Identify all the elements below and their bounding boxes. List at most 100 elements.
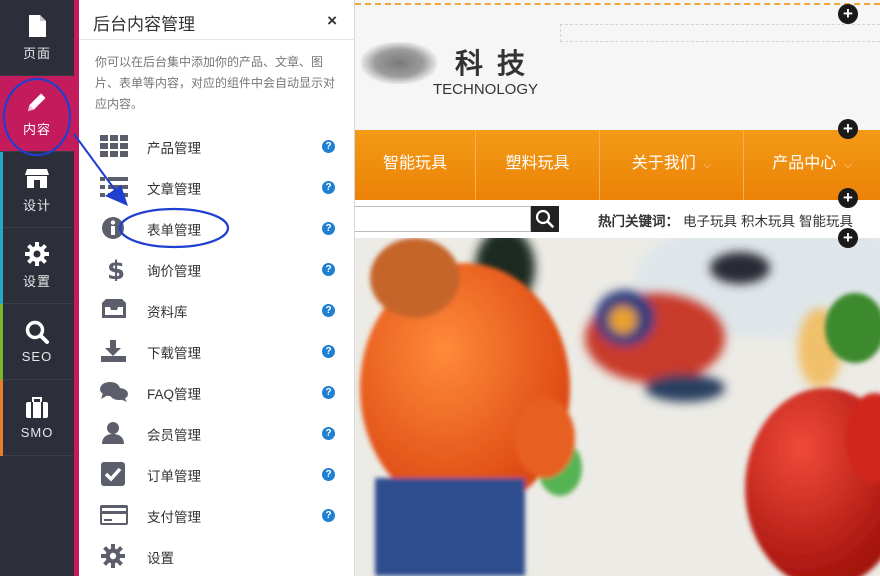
sidebar-item-label: SMO [20, 425, 54, 440]
nav-item-label: 智能玩具 [382, 155, 447, 172]
site-preview: 科技 TECHNOLOGY 智能玩具 塑料玩具 关于我们 ⌵ 产品中心 ⌵ 热门关键… [355, 0, 880, 576]
chat-icon [100, 382, 128, 402]
nav-item-label: 产品中心 [772, 155, 837, 172]
site-brand-subtitle: TECHNOLOGY [433, 81, 539, 98]
help-icon[interactable]: ? [322, 181, 335, 194]
sidebar-item-design[interactable]: 设计 [0, 152, 74, 228]
section-boundary [355, 3, 880, 5]
sidebar-color-strip [0, 380, 3, 456]
gear-icon [25, 242, 49, 266]
menu-item-label: 下载管理 [147, 346, 201, 361]
file-icon [29, 15, 46, 37]
help-icon[interactable]: ? [322, 509, 335, 522]
help-icon[interactable]: ? [322, 263, 335, 276]
menu-item-label: 设置 [147, 551, 174, 566]
user-icon [102, 422, 124, 444]
nav-item-plastic-toys[interactable]: 塑料玩具 [475, 130, 599, 200]
sidebar-item-seo[interactable]: SEO [0, 304, 74, 380]
menu-item-downloads[interactable]: 下载管理 ? [79, 331, 355, 372]
left-sidebar: 页面 内容 设计 设置 SEO SMO [0, 0, 74, 576]
add-section-button[interactable]: + [838, 4, 858, 24]
sidebar-item-page[interactable]: 页面 [0, 0, 74, 76]
hot-keyword-link[interactable]: 积木玩具 [741, 214, 795, 229]
list-icon [100, 177, 128, 197]
hot-keyword-link[interactable]: 智能玩具 [799, 214, 853, 229]
toy-figures-photo [355, 238, 880, 576]
hot-keywords: 热门关键词： 电子玩具 积木玩具 智能玩具 [598, 210, 853, 230]
sidebar-item-label: 内容 [22, 122, 51, 137]
nav-item-about-us[interactable]: 关于我们 ⌵ [599, 130, 743, 200]
dollar-icon: $ [107, 257, 125, 281]
add-section-button[interactable]: + [838, 228, 858, 248]
download-icon [101, 340, 126, 362]
close-button[interactable]: × [327, 11, 337, 31]
gear-icon [101, 544, 125, 568]
menu-item-members[interactable]: 会员管理 ? [79, 413, 355, 454]
checkbox-icon [101, 462, 125, 486]
site-search-input[interactable] [355, 206, 531, 232]
help-icon[interactable]: ? [322, 427, 335, 440]
sidebar-item-smo[interactable]: SMO [0, 380, 74, 456]
chevron-down-icon: ⌵ [844, 160, 852, 171]
menu-item-articles[interactable]: 文章管理 ? [79, 167, 355, 208]
menu-item-label: 表单管理 [147, 223, 201, 238]
sidebar-item-label: 设置 [22, 274, 51, 289]
inbox-icon [102, 299, 126, 318]
sidebar-item-label: 页面 [22, 46, 51, 61]
panel-header: 后台内容管理 × [79, 0, 355, 40]
site-search-button[interactable] [531, 206, 559, 232]
panel-description: 你可以在后台集中添加你的产品、文章、图片、表单等内容，对应的组件中会自动显示对应… [95, 55, 336, 111]
add-section-button[interactable]: + [838, 188, 858, 208]
nav-item-label: 关于我们 [631, 155, 696, 172]
menu-item-orders[interactable]: 订单管理 ? [79, 454, 355, 495]
panel-title: 后台内容管理 [93, 15, 195, 34]
chevron-down-icon: ⌵ [703, 160, 712, 171]
menu-item-payments[interactable]: 支付管理 ? [79, 495, 355, 536]
menu-item-settings[interactable]: 设置 [79, 536, 355, 576]
menu-item-faq[interactable]: FAQ管理 ? [79, 372, 355, 413]
sidebar-item-label: SEO [21, 349, 53, 364]
hero-banner-image [355, 238, 880, 576]
menu-item-inquiries[interactable]: $ 询价管理 ? [79, 249, 355, 290]
briefcase-icon [26, 397, 48, 418]
site-search-bar: 热门关键词： 电子玩具 积木玩具 智能玩具 [355, 200, 880, 238]
svg-text:$: $ [107, 257, 125, 281]
site-brand-name: 科技 [455, 48, 540, 79]
hot-keywords-label: 热门关键词： [598, 214, 679, 229]
menu-item-label: 询价管理 [147, 264, 201, 279]
sidebar-color-strip [0, 304, 3, 380]
nav-item-products[interactable]: 产品中心 ⌵ [743, 130, 880, 200]
info-icon [102, 217, 124, 239]
blurred-logo [361, 42, 437, 84]
search-icon [25, 320, 49, 344]
menu-item-library[interactable]: 资料库 ? [79, 290, 355, 331]
pencil-icon [28, 93, 46, 111]
section-boundary [560, 24, 880, 42]
sidebar-item-content[interactable]: 内容 [0, 76, 74, 152]
sidebar-color-strip [0, 152, 3, 228]
menu-item-label: 订单管理 [147, 469, 201, 484]
add-section-button[interactable]: + [838, 119, 858, 139]
content-management-panel: 后台内容管理 × 你可以在后台集中添加你的产品、文章、图片、表单等内容，对应的组… [79, 0, 355, 576]
search-icon [535, 209, 554, 228]
sidebar-item-settings[interactable]: 设置 [0, 228, 74, 304]
help-icon[interactable]: ? [322, 222, 335, 235]
menu-item-label: 文章管理 [147, 182, 201, 197]
help-icon[interactable]: ? [322, 140, 335, 153]
nav-item-label: 塑料玩具 [505, 155, 570, 172]
site-header: 科技 TECHNOLOGY [355, 0, 880, 130]
menu-item-label: 会员管理 [147, 428, 201, 443]
site-nav: 智能玩具 塑料玩具 关于我们 ⌵ 产品中心 ⌵ [355, 130, 880, 200]
help-icon[interactable]: ? [322, 386, 335, 399]
help-icon[interactable]: ? [322, 468, 335, 481]
menu-item-forms[interactable]: 表单管理 ? [79, 208, 355, 249]
menu-item-label: 支付管理 [147, 510, 201, 525]
menu-item-products[interactable]: 产品管理 ? [79, 126, 355, 167]
nav-item-smart-toys[interactable]: 智能玩具 [355, 130, 475, 200]
hot-keyword-link[interactable]: 电子玩具 [683, 214, 737, 229]
menu-item-label: FAQ管理 [147, 387, 202, 402]
help-icon[interactable]: ? [322, 304, 335, 317]
help-icon[interactable]: ? [322, 345, 335, 358]
sidebar-item-label: 设计 [22, 198, 51, 213]
grid-icon [100, 135, 128, 157]
